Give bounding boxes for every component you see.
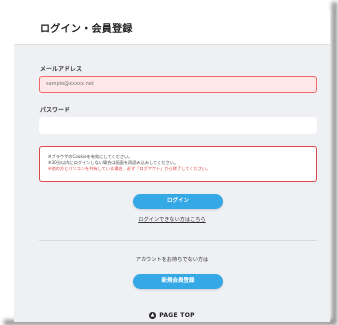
notice-box: ※ブラウザのCookieを有効にしてください。 ※30分以内にログインしない場合… xyxy=(39,146,317,182)
cant-login-link[interactable]: ログインできない方はこちら xyxy=(14,216,330,223)
page-top-link[interactable]: ▲ PAGE TOP xyxy=(14,312,330,319)
login-button[interactable]: ログイン xyxy=(133,194,223,209)
page-top-label: PAGE TOP xyxy=(159,312,195,319)
login-page: ログイン・会員登録 メールアドレス パスワード ※ブラウザのCookieを有効に… xyxy=(14,10,330,322)
page-header: ログイン・会員登録 xyxy=(14,10,330,45)
password-field[interactable] xyxy=(39,117,317,134)
email-label: メールアドレス xyxy=(40,66,83,73)
chevron-up-icon: ▲ xyxy=(149,312,157,319)
password-label: パスワード xyxy=(40,107,71,114)
notice-shared-pc: ※他の方とパソコンを共有している場合、必ず「ログアウト」から終了してください。 xyxy=(48,166,211,171)
no-account-text: アカウントをお持ちでない方は xyxy=(135,257,209,263)
divider xyxy=(39,240,317,241)
register-button[interactable]: 新規会員登録 xyxy=(133,274,223,289)
email-field[interactable] xyxy=(39,76,317,93)
page-title: ログイン・会員登録 xyxy=(40,24,133,35)
